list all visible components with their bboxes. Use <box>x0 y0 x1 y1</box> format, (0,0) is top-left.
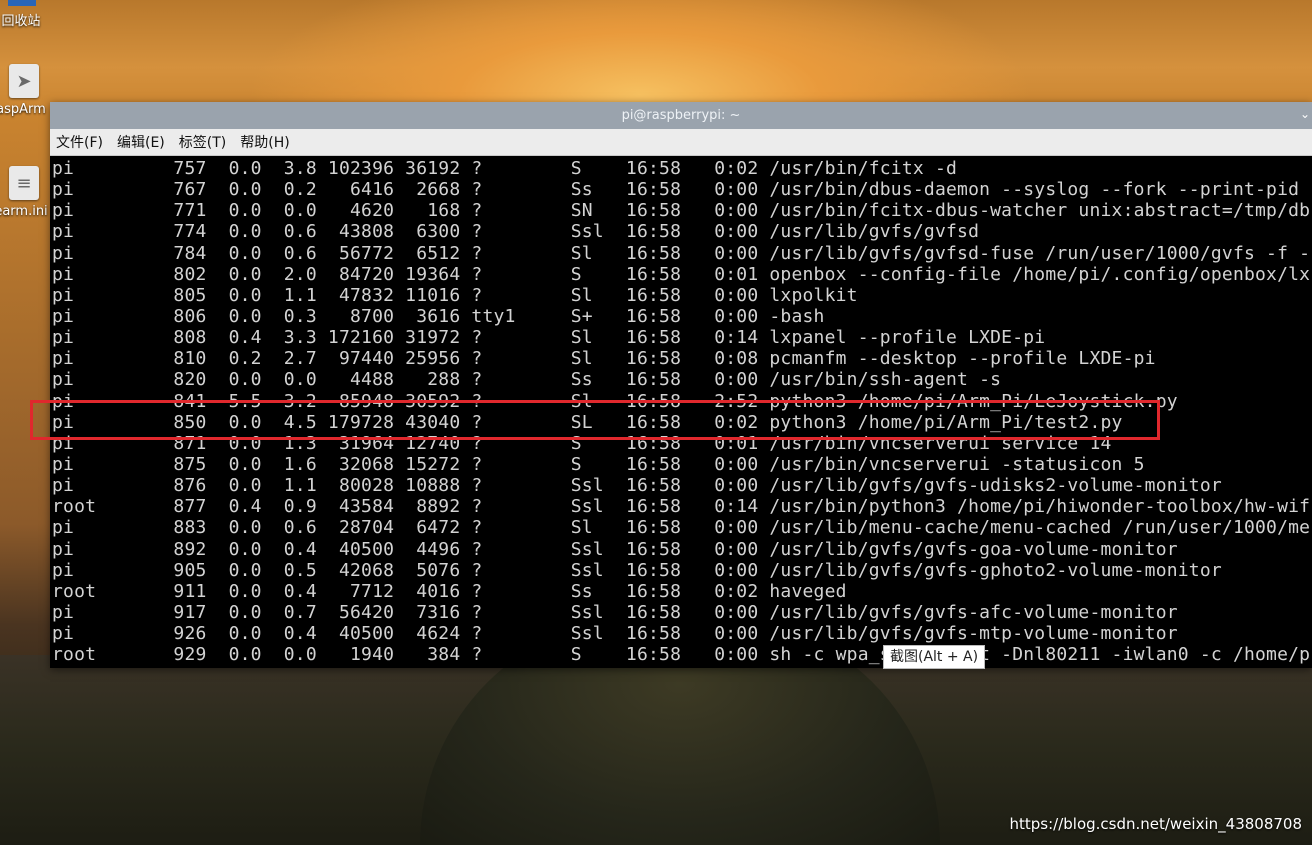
menu-bar: 文件(F) 编辑(E) 标签(T) 帮助(H) <box>50 129 1312 156</box>
watermark: https://blog.csdn.net/weixin_43808708 <box>1009 815 1302 833</box>
desktop-icon-label: earm.ini <box>0 204 48 219</box>
terminal-line: pi 875 0.0 1.6 32068 15272 ? S 16:58 0:0… <box>52 453 1145 475</box>
menu-file[interactable]: 文件(F) <box>56 132 103 152</box>
window-title: pi@raspberrypi: ~ <box>621 108 741 123</box>
terminal-line: pi 883 0.0 0.6 28704 6472 ? Sl 16:58 0:0… <box>52 517 1311 539</box>
recycle-bin-icon[interactable] <box>8 0 36 6</box>
terminal-line: pi 892 0.0 0.4 40500 4496 ? Ssl 16:58 0:… <box>52 538 1178 560</box>
chevron-down-icon[interactable]: ⌄ <box>1300 107 1310 121</box>
terminal-line: root 877 0.4 0.9 43584 8892 ? Ssl 16:58 … <box>52 496 1311 518</box>
menu-help[interactable]: 帮助(H) <box>240 132 289 152</box>
annotation-highlight-box <box>30 400 1160 440</box>
screenshot-tooltip: 截图(Alt + A) <box>883 645 986 669</box>
terminal-line: pi 774 0.0 0.6 43808 6300 ? Ssl 16:58 0:… <box>52 221 980 243</box>
terminal-line: pi 808 0.4 3.3 172160 31972 ? Sl 16:58 0… <box>52 327 1046 349</box>
desktop-icon-rasparm[interactable]: ➤ aspArm <box>0 64 48 117</box>
terminal-line: pi 806 0.0 0.3 8700 3616 tty1 S+ 16:58 0… <box>52 305 825 327</box>
terminal-line: pi 802 0.0 2.0 84720 19364 ? S 16:58 0:0… <box>52 263 1311 285</box>
desktop-icon-label: 回收站 <box>1 14 41 29</box>
window-titlebar[interactable]: pi@raspberrypi: ~ ⌄ <box>50 102 1312 129</box>
desktop-icon-recycle-bin[interactable]: 回收站 <box>0 10 48 29</box>
menu-edit[interactable]: 编辑(E) <box>117 132 165 152</box>
terminal-line: pi 917 0.0 0.7 56420 7316 ? Ssl 16:58 0:… <box>52 601 1178 623</box>
terminal-line: pi 926 0.0 0.4 40500 4624 ? Ssl 16:58 0:… <box>52 623 1178 645</box>
terminal-line: root 911 0.0 0.4 7712 4016 ? Ss 16:58 0:… <box>52 580 847 602</box>
terminal-line: pi 771 0.0 0.0 4620 168 ? SN 16:58 0:00 … <box>52 200 1311 222</box>
paper-plane-icon: ➤ <box>9 64 39 98</box>
terminal-line: pi 805 0.0 1.1 47832 11016 ? Sl 16:58 0:… <box>52 284 858 306</box>
terminal-line: pi 876 0.0 1.1 80028 10888 ? Ssl 16:58 0… <box>52 475 1222 497</box>
terminal-line: pi 767 0.0 0.2 6416 2668 ? Ss 16:58 0:00… <box>52 179 1300 201</box>
desktop-icon-label: aspArm <box>0 102 46 117</box>
terminal-line: pi 784 0.0 0.6 56772 6512 ? Sl 16:58 0:0… <box>52 242 1311 264</box>
terminal-line: pi 810 0.2 2.7 97440 25956 ? Sl 16:58 0:… <box>52 348 1156 370</box>
terminal-window: pi@raspberrypi: ~ ⌄ 文件(F) 编辑(E) 标签(T) 帮助… <box>50 102 1312 668</box>
terminal-line: pi 757 0.0 3.8 102396 36192 ? S 16:58 0:… <box>52 158 958 179</box>
desktop-icon-learn-file[interactable]: ≡ earm.ini <box>0 166 48 219</box>
menu-tabs[interactable]: 标签(T) <box>179 132 226 152</box>
text-file-icon: ≡ <box>9 166 39 200</box>
terminal-line: pi 905 0.0 0.5 42068 5076 ? Ssl 16:58 0:… <box>52 559 1222 581</box>
terminal-line: pi 820 0.0 0.0 4488 288 ? Ss 16:58 0:00 … <box>52 369 1002 391</box>
terminal-line: root 929 0.0 0.0 1940 384 ? S 16:58 0:00… <box>52 644 1311 666</box>
